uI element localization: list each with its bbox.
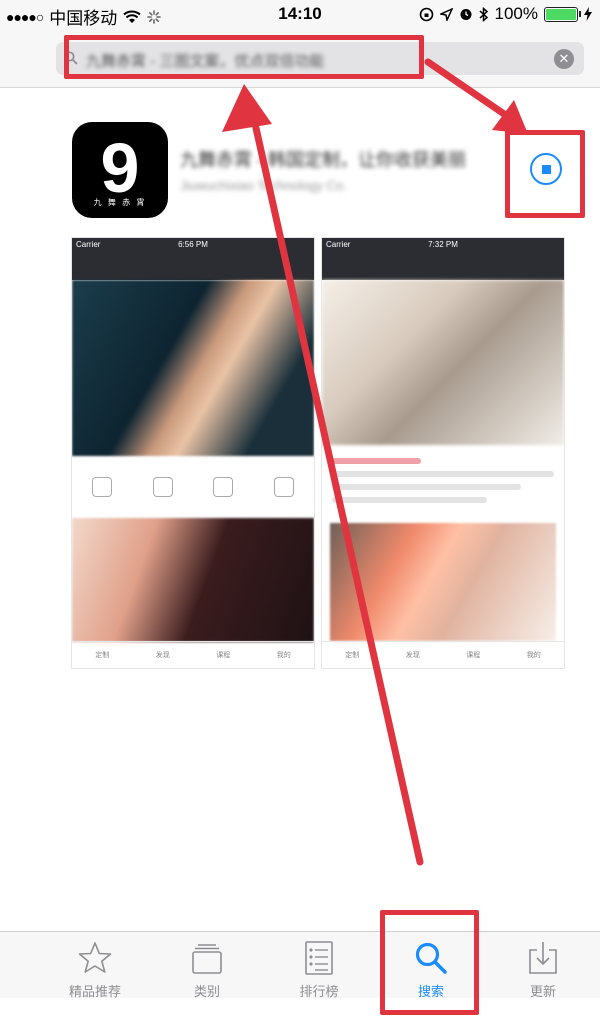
screenshot-tab: 定制 (345, 652, 360, 659)
screenshot-tab: 课程 (216, 652, 231, 659)
alarm-icon (460, 9, 472, 20)
clear-search-button[interactable]: ✕ (554, 49, 574, 69)
battery-percent: 100% (494, 4, 538, 23)
battery-level (546, 8, 576, 20)
tab-updates[interactable]: 更新 (488, 932, 598, 999)
annotation-box-search-tab (380, 910, 479, 1015)
screenshot-tab: 发现 (155, 652, 170, 659)
tab-label: 精品推荐 (68, 984, 121, 999)
category-icon (92, 477, 113, 497)
tab-label: 更新 (529, 984, 556, 999)
app-screenshot-1[interactable]: Carrier 6:56 PM 定制 发现 课程 我的 (71, 237, 315, 669)
screenshot-tabbar: 定制 发现 课程 我的 (72, 641, 314, 668)
categories-icon (192, 944, 222, 974)
promo-image (72, 518, 314, 642)
article-image (330, 523, 556, 641)
app-icon-subtext: 九 舞 赤 霄 (93, 198, 147, 207)
rotation-lock-icon (419, 7, 433, 21)
screenshot-tab: 课程 (466, 652, 481, 659)
category-icons (72, 456, 314, 518)
screenshot-time: 6:56 PM (178, 240, 208, 249)
category-icon (213, 477, 234, 497)
tab-bar: 精品推荐 类别 排行榜 搜索 更新 (0, 931, 600, 999)
portrait-image (322, 280, 564, 445)
tab-top-charts[interactable]: 排行榜 (264, 932, 374, 999)
charging-icon (584, 7, 592, 21)
app-screenshot-2[interactable]: Carrier 7:32 PM 定制 发现 课程 我的 (321, 237, 565, 669)
category-icon (152, 477, 173, 497)
tab-featured[interactable]: 精品推荐 (40, 932, 150, 999)
app-name[interactable]: 九舞赤霄 - 韩国定制，让你收获美丽 (180, 146, 466, 172)
updates-icon (529, 942, 557, 974)
article-text (322, 445, 564, 523)
tab-label: 类别 (193, 984, 220, 999)
status-bar: ●●●●○ 中国移动 14:10 100% (0, 0, 600, 30)
screenshot-time: 7:32 PM (428, 240, 458, 249)
screenshot-navbar (72, 252, 314, 280)
screenshot-tabbar: 定制 发现 课程 我的 (322, 641, 564, 668)
location-icon (439, 7, 453, 21)
screenshot-tab: 定制 (95, 652, 110, 659)
screenshot-tab: 我的 (526, 652, 541, 659)
tab-label: 排行榜 (299, 984, 339, 999)
category-icon (273, 477, 294, 497)
tab-categories[interactable]: 类别 (152, 932, 262, 999)
bluetooth-icon (479, 6, 488, 22)
banner-image (72, 280, 314, 456)
annotation-box-search (64, 35, 424, 79)
app-developer: Jiuwuchixiao Technology Co. (180, 178, 347, 193)
app-icon-glyph: 9 (100, 129, 140, 207)
battery-icon (544, 6, 581, 22)
screenshot-tab: 我的 (276, 652, 291, 659)
screenshot-navbar (322, 252, 564, 280)
app-icon[interactable]: 9 九 舞 赤 霄 (72, 122, 168, 218)
annotation-box-stop (505, 130, 585, 218)
star-icon (78, 942, 112, 973)
top-charts-icon (305, 941, 333, 975)
screenshot-tab: 发现 (405, 652, 420, 659)
